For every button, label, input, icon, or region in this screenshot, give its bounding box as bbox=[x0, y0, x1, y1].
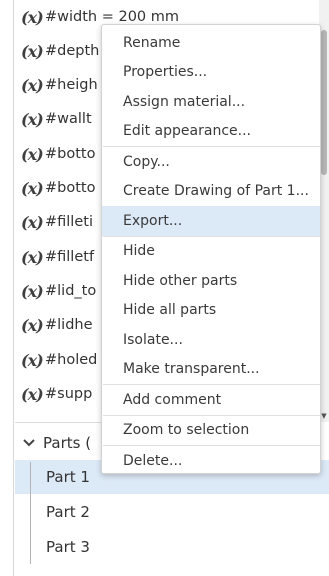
variable-label: #wallt bbox=[45, 111, 92, 127]
menu-item-zoom-to-selection[interactable]: Zoom to selection bbox=[102, 416, 320, 446]
menu-item-hide-other-parts[interactable]: Hide other parts bbox=[102, 266, 320, 296]
part-label: Part 1 bbox=[46, 468, 90, 486]
menu-item-properties[interactable]: Properties... bbox=[102, 58, 320, 88]
chevron-down-icon[interactable] bbox=[15, 436, 43, 450]
scrollbar-thumb[interactable] bbox=[321, 30, 327, 175]
part-label: Part 3 bbox=[46, 538, 90, 556]
variable-label: #filleti bbox=[45, 214, 93, 230]
menu-item-rename[interactable]: Rename bbox=[102, 28, 320, 58]
menu-item-make-transparent[interactable]: Make transparent... bbox=[102, 355, 320, 385]
variable-label: #heigh bbox=[45, 77, 98, 93]
menu-item-hide-all-parts[interactable]: Hide all parts bbox=[102, 296, 320, 326]
part-item-part-2[interactable]: Part 2 bbox=[15, 495, 329, 529]
variable-label: #botto bbox=[45, 180, 96, 196]
variable-label: #depth bbox=[45, 43, 100, 59]
variable-label: #supp bbox=[45, 386, 93, 402]
part-context-menu: Rename Properties... Assign material... … bbox=[101, 24, 321, 474]
scroll-down-arrow-icon[interactable]: ▼ bbox=[320, 412, 328, 420]
variable-icon: (x) bbox=[21, 384, 44, 404]
variable-icon: (x) bbox=[21, 212, 44, 232]
part-item-part-3[interactable]: Part 3 bbox=[15, 530, 329, 564]
variable-icon: (x) bbox=[21, 315, 44, 335]
variable-label: #filletf bbox=[45, 249, 95, 265]
parts-header-label: Parts ( bbox=[43, 434, 92, 452]
menu-item-copy[interactable]: Copy... bbox=[102, 147, 320, 177]
menu-item-create-drawing[interactable]: Create Drawing of Part 1... bbox=[102, 177, 320, 207]
variable-label: #width = 200 mm bbox=[45, 9, 180, 25]
part-label: Part 2 bbox=[46, 503, 90, 521]
tree-connector-line bbox=[30, 462, 31, 564]
variable-label: #lidhe bbox=[45, 317, 93, 333]
menu-item-export[interactable]: Export... bbox=[102, 206, 320, 236]
variable-icon: (x) bbox=[21, 109, 44, 129]
menu-item-isolate[interactable]: Isolate... bbox=[102, 325, 320, 355]
menu-item-hide[interactable]: Hide bbox=[102, 237, 320, 267]
variable-icon: (x) bbox=[21, 350, 44, 370]
variable-icon: (x) bbox=[21, 144, 44, 164]
menu-item-delete[interactable]: Delete... bbox=[102, 446, 320, 476]
variable-icon: (x) bbox=[21, 41, 44, 61]
left-frame-border bbox=[0, 0, 14, 576]
variable-icon: (x) bbox=[21, 75, 44, 95]
menu-item-edit-appearance[interactable]: Edit appearance... bbox=[102, 117, 320, 147]
variable-icon: (x) bbox=[21, 247, 44, 267]
variable-label: #holed bbox=[45, 352, 98, 368]
variable-label: #lid_to bbox=[45, 283, 97, 299]
variable-label: #botto bbox=[45, 146, 96, 162]
menu-item-add-comment[interactable]: Add comment bbox=[102, 385, 320, 415]
variable-icon: (x) bbox=[21, 7, 44, 27]
menu-item-assign-material[interactable]: Assign material... bbox=[102, 87, 320, 117]
variable-icon: (x) bbox=[21, 281, 44, 301]
variable-icon: (x) bbox=[21, 178, 44, 198]
